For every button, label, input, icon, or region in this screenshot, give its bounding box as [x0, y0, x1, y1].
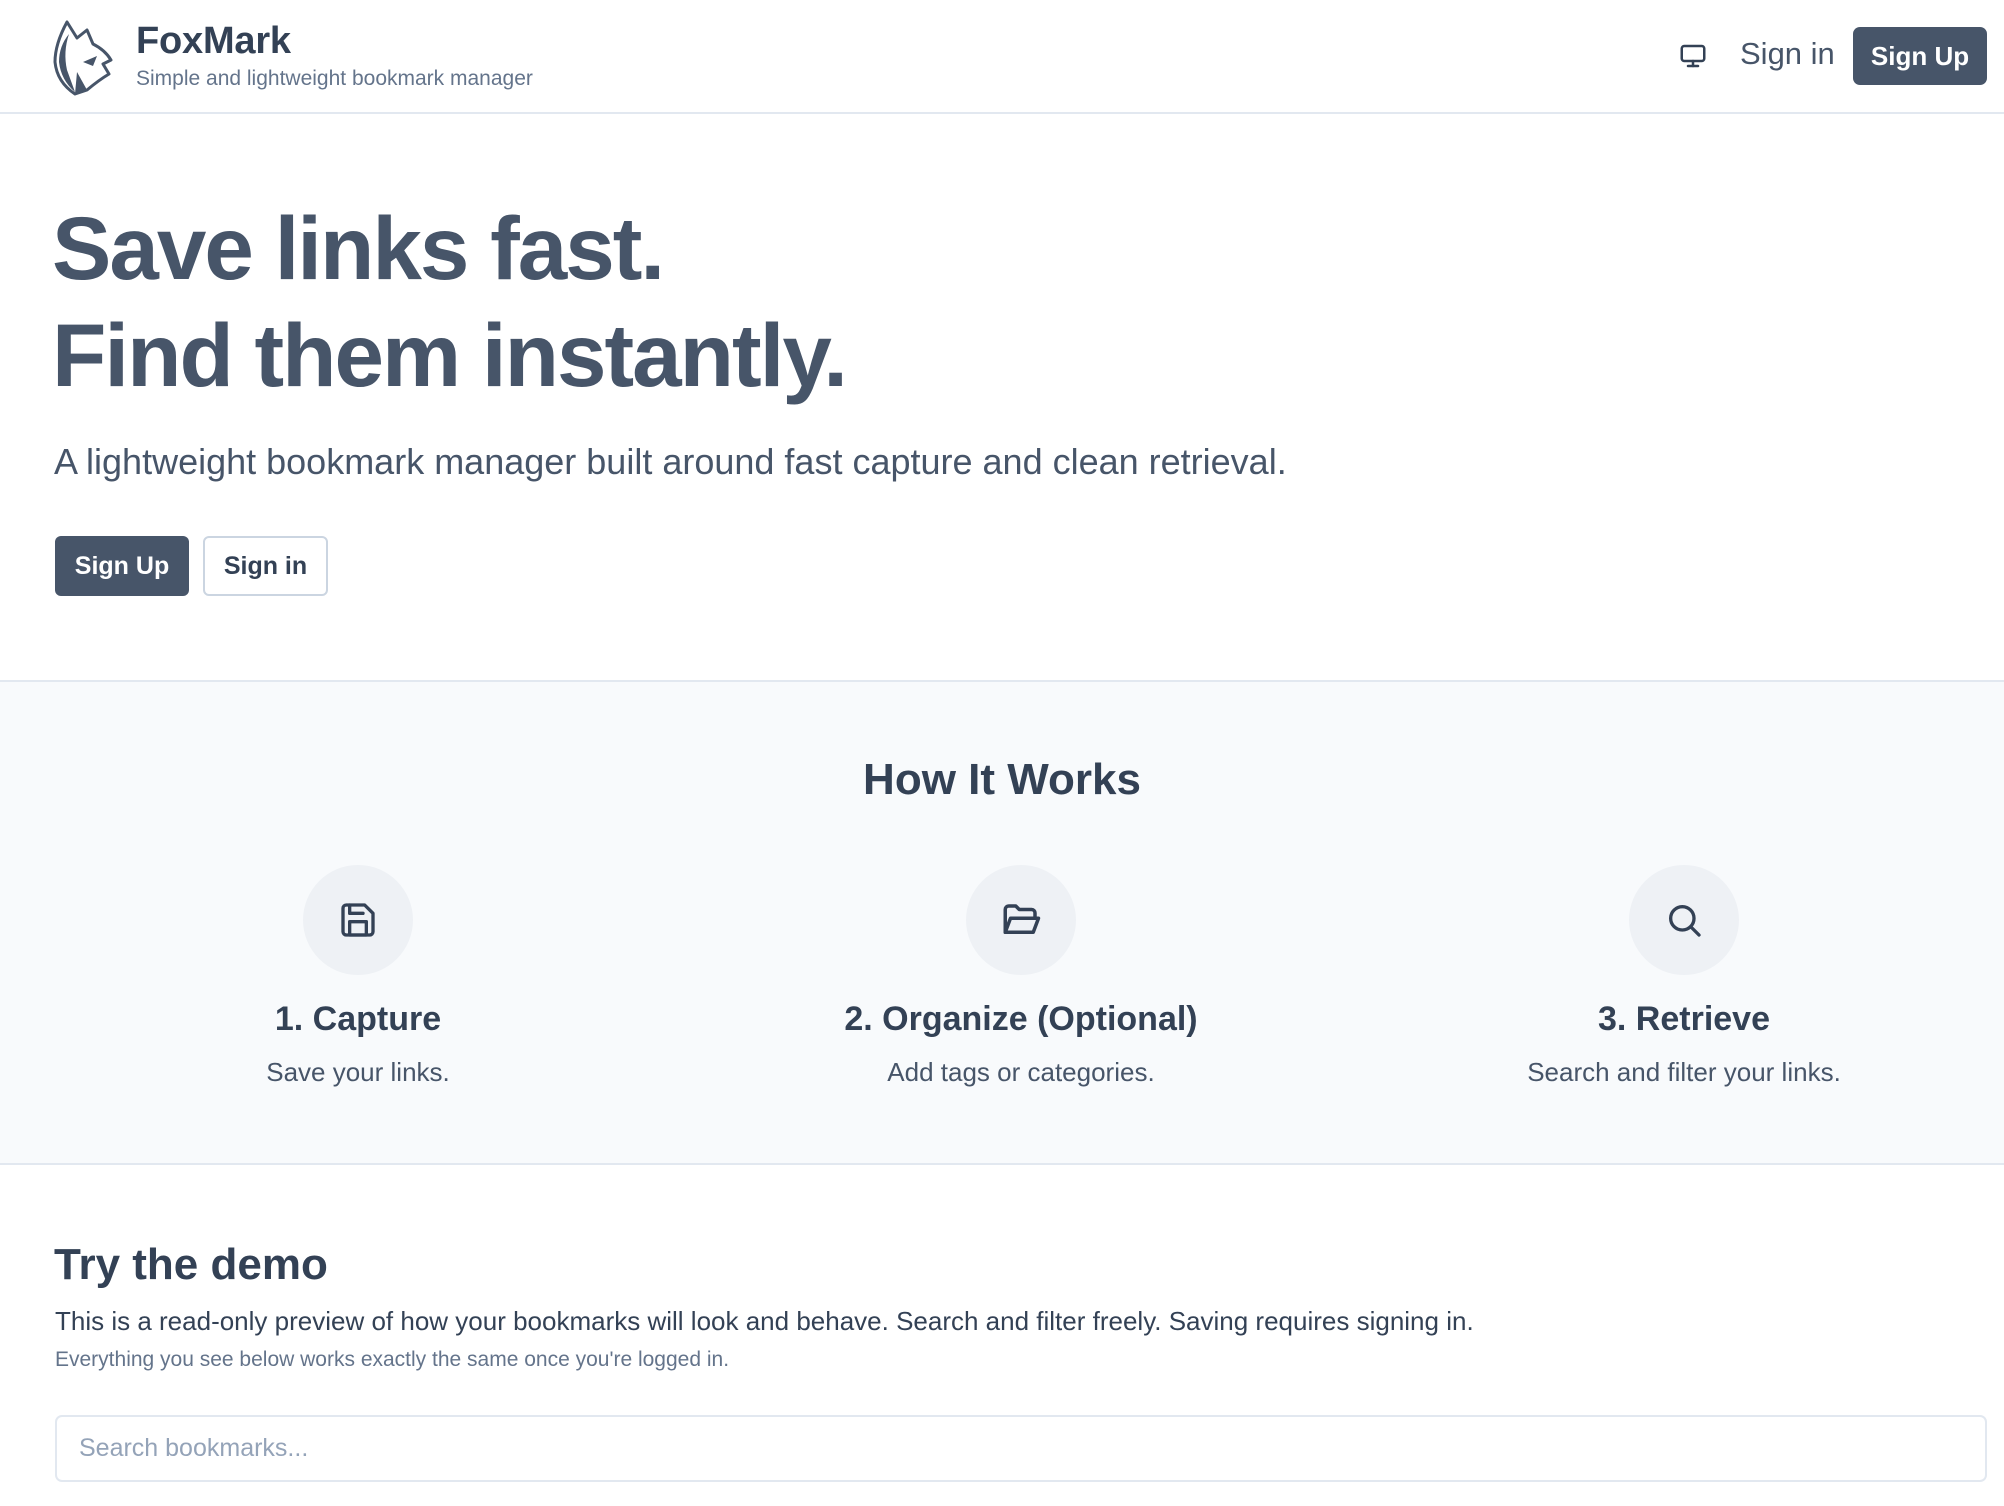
hero-headline-line1: Save links fast. [52, 198, 665, 298]
folder-open-icon [966, 865, 1076, 975]
demo-note: Everything you see below works exactly t… [55, 1348, 730, 1371]
hero-sign-up-button[interactable]: Sign Up [55, 536, 189, 596]
step-title: 2. Organize (Optional) [844, 1000, 1198, 1038]
top-nav: FoxMark Simple and lightweight bookmark … [0, 0, 2004, 114]
hero-sign-in-button[interactable]: Sign in [203, 536, 328, 596]
monitor-icon[interactable] [1678, 41, 1708, 71]
search-input[interactable] [55, 1415, 1987, 1482]
hero-subtitle: A lightweight bookmark manager built aro… [54, 441, 1287, 482]
step-organize: 2. Organize (Optional) Add tags or categ… [701, 865, 1341, 1088]
step-title: 1. Capture [274, 1000, 442, 1038]
header-sign-up-button[interactable]: Sign Up [1853, 27, 1987, 85]
header-sign-in-link[interactable]: Sign in [1740, 36, 1835, 72]
demo-title: Try the demo [54, 1240, 328, 1289]
hero-headline-line2: Find them instantly. [52, 305, 848, 405]
step-description: Add tags or categories. [887, 1057, 1155, 1087]
section-title: How It Works [863, 755, 1141, 804]
step-description: Save your links. [266, 1057, 450, 1087]
demo-description: This is a read-only preview of how your … [55, 1306, 1474, 1336]
brand-name[interactable]: FoxMark [136, 20, 291, 63]
save-icon [303, 865, 413, 975]
step-capture: 1. Capture Save your links. [38, 865, 678, 1088]
step-description: Search and filter your links. [1527, 1057, 1841, 1087]
brand-tagline: Simple and lightweight bookmark manager [136, 67, 533, 90]
step-retrieve: 3. Retrieve Search and filter your links… [1364, 865, 2004, 1088]
fox-logo-icon[interactable] [53, 16, 117, 96]
how-it-works-section: How It Works 1. Capture Save your links.… [0, 680, 2004, 1165]
step-title: 3. Retrieve [1598, 1000, 1770, 1038]
search-icon [1629, 865, 1739, 975]
